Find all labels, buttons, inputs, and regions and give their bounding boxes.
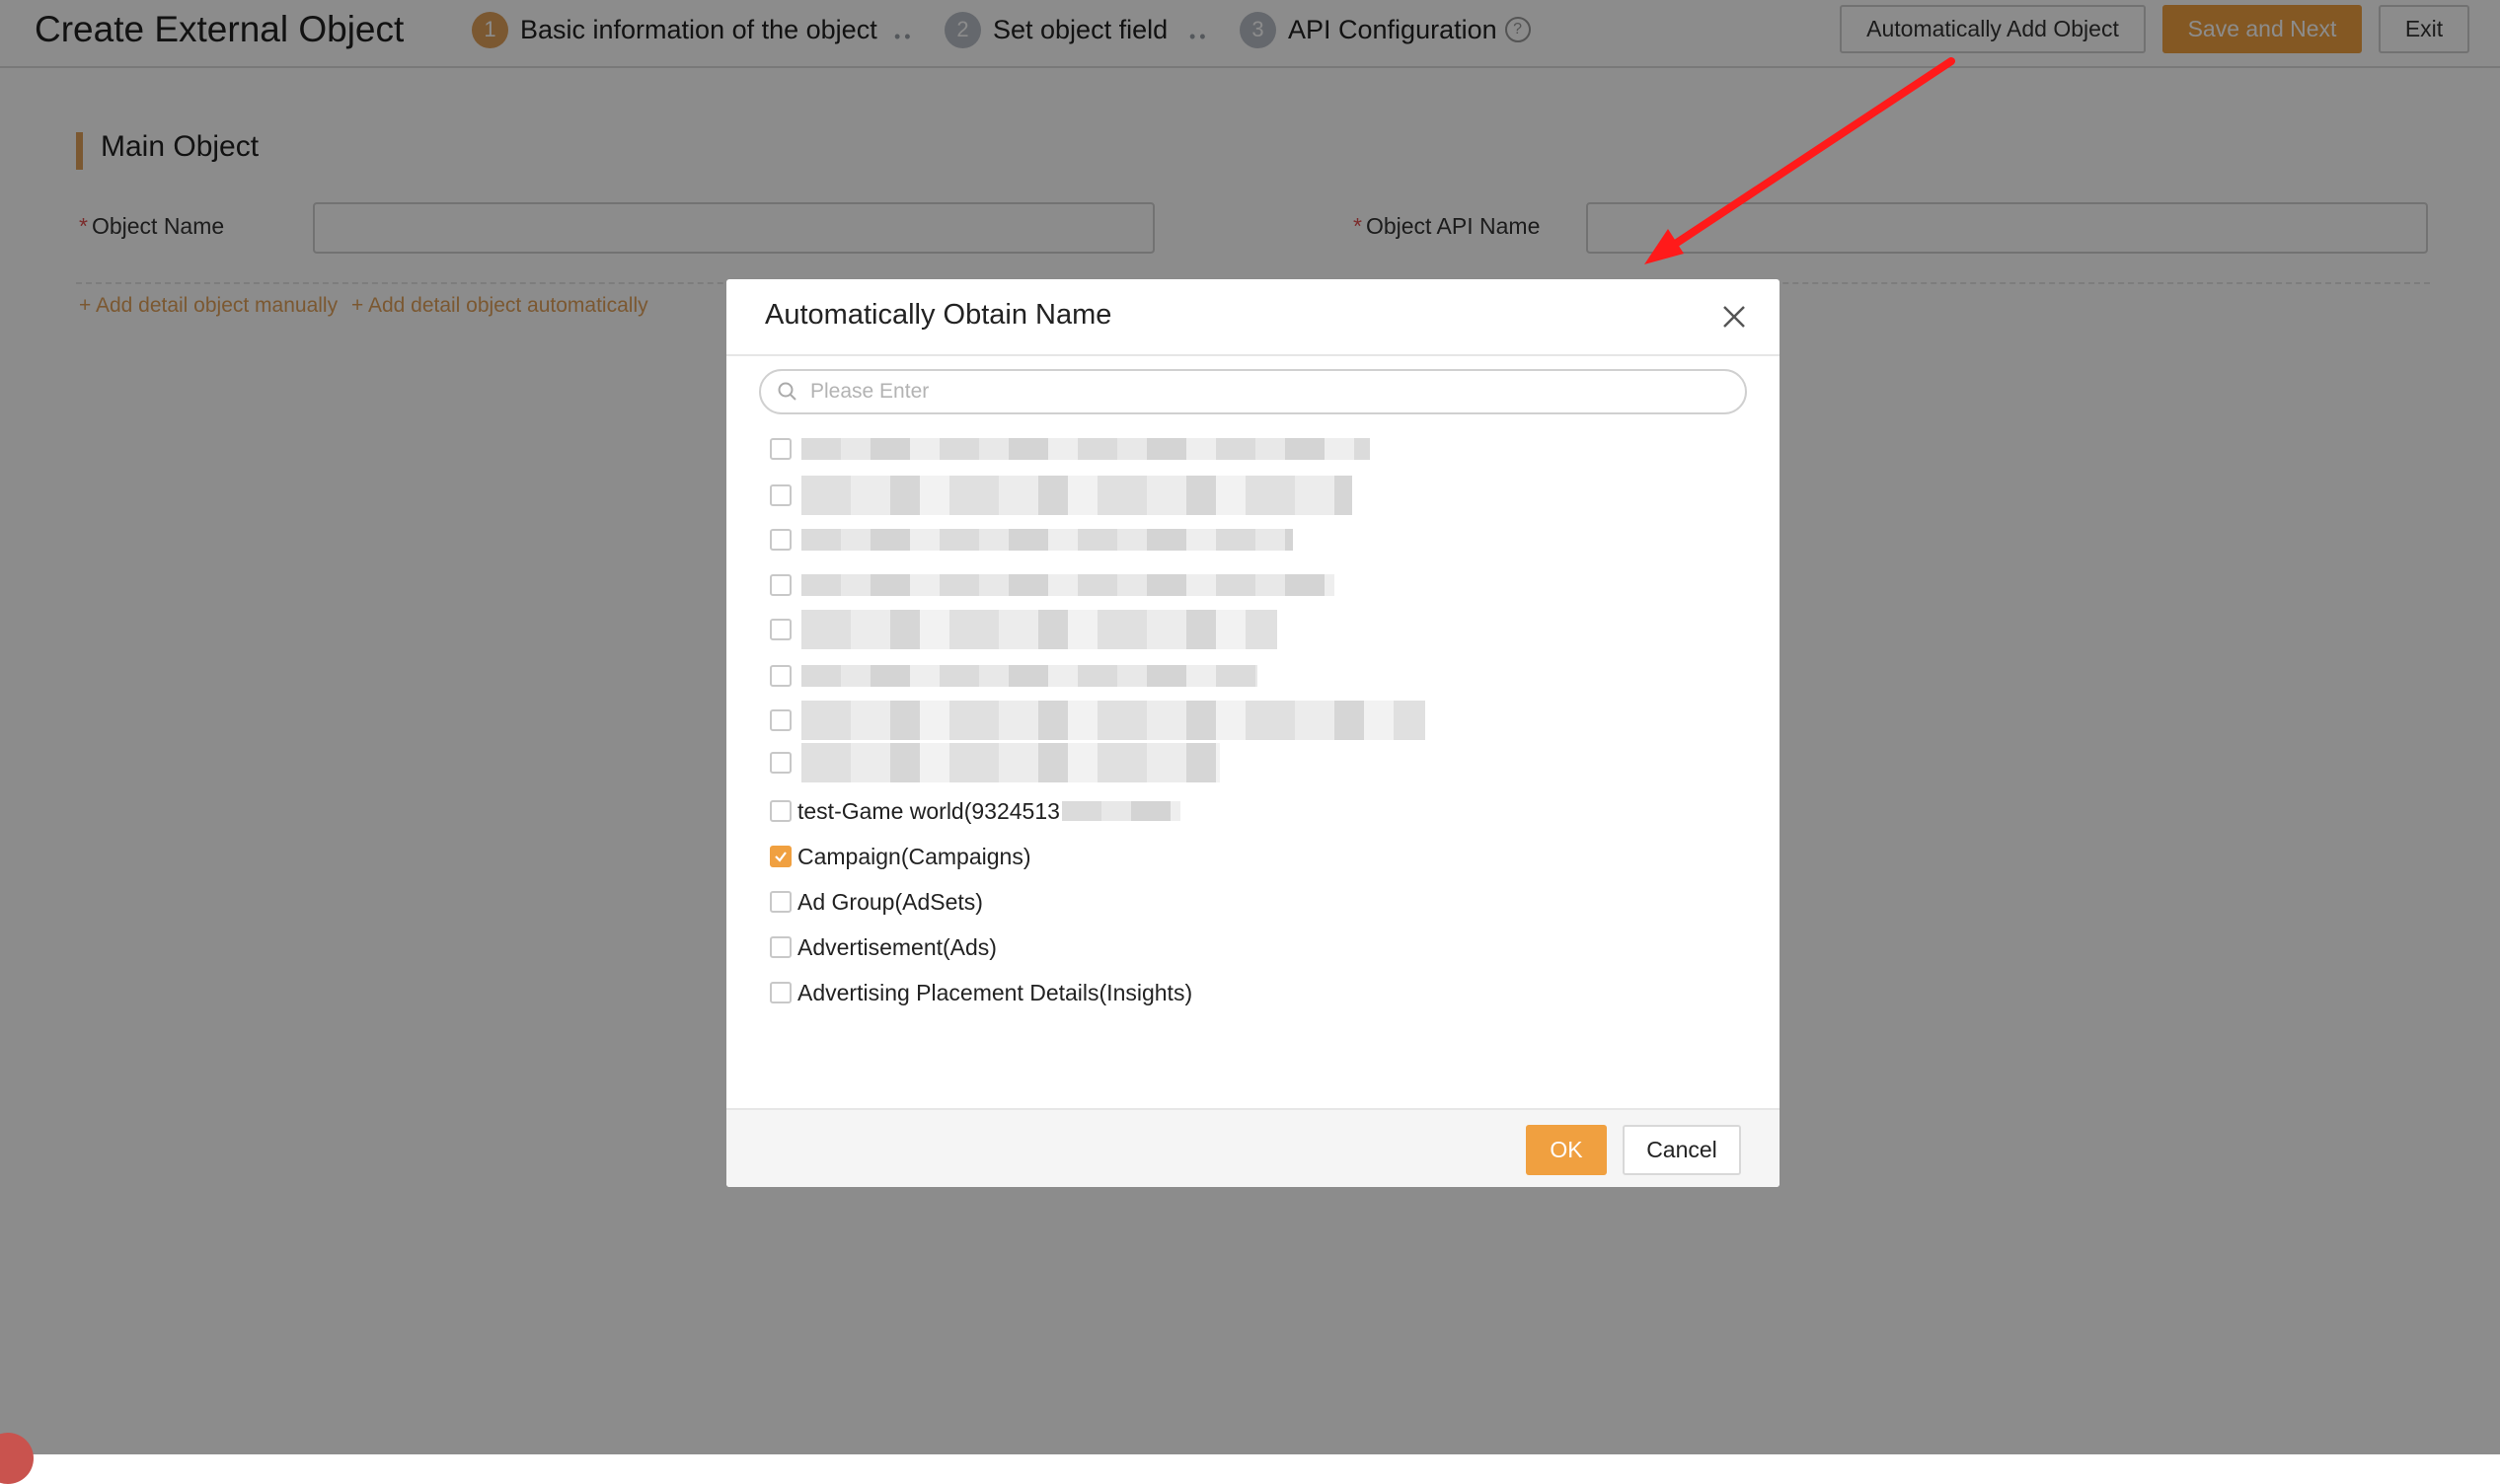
redacted-label (801, 529, 1293, 551)
option-redacted[interactable] (770, 700, 1425, 741)
option-checkbox[interactable] (770, 574, 792, 596)
dialog-header: Automatically Obtain Name (726, 279, 1780, 356)
search-box (759, 369, 1747, 414)
option-label: Ad Group(AdSets) (797, 888, 983, 915)
option-advertising-placement-details[interactable]: Advertising Placement Details(Insights) (770, 975, 1192, 1010)
option-redacted[interactable] (770, 609, 1277, 650)
option-checkbox[interactable] (770, 529, 792, 551)
dialog-title: Automatically Obtain Name (765, 299, 1112, 331)
option-checkbox[interactable] (770, 752, 792, 774)
option-advertisement[interactable]: Advertisement(Ads) (770, 929, 997, 965)
option-checkbox[interactable] (770, 709, 792, 731)
redacted-label (801, 438, 1370, 460)
checkmark-icon (775, 852, 787, 862)
option-label: Campaign(Campaigns) (797, 843, 1031, 869)
option-label: test-Game world(9324513 (797, 797, 1060, 824)
redacted-label (1061, 801, 1180, 821)
search-input[interactable] (808, 379, 1701, 405)
close-icon[interactable] (1720, 303, 1748, 331)
redacted-label (801, 743, 1220, 782)
option-label: Advertisement(Ads) (797, 933, 997, 960)
option-checkbox[interactable] (770, 982, 792, 1003)
redacted-label (801, 610, 1277, 649)
search-icon (778, 382, 796, 401)
option-label: Advertising Placement Details(Insights) (797, 979, 1193, 1005)
option-checkbox[interactable] (770, 438, 792, 460)
redacted-label (801, 574, 1334, 596)
option-ad-group[interactable]: Ad Group(AdSets) (770, 884, 983, 920)
option-checkbox[interactable] (770, 891, 792, 913)
cancel-button[interactable]: Cancel (1623, 1125, 1741, 1175)
option-checkbox-checked[interactable] (770, 846, 792, 867)
option-redacted[interactable] (770, 431, 1370, 467)
option-redacted[interactable] (770, 522, 1293, 557)
redacted-label (801, 665, 1257, 687)
option-checkbox[interactable] (770, 936, 792, 958)
option-redacted[interactable] (770, 567, 1334, 603)
dialog-footer: OK Cancel (726, 1108, 1780, 1187)
option-checkbox[interactable] (770, 800, 792, 822)
option-redacted[interactable] (770, 658, 1257, 694)
option-redacted[interactable] (770, 743, 1220, 782)
option-campaign[interactable]: Campaign(Campaigns) (770, 839, 1031, 874)
option-redacted[interactable] (770, 476, 1352, 515)
option-checkbox[interactable] (770, 619, 792, 640)
redacted-label (801, 476, 1352, 515)
redacted-label (801, 701, 1425, 740)
automatically-obtain-name-dialog: Automatically Obtain Name Please Enter t… (726, 279, 1780, 1187)
option-checkbox[interactable] (770, 665, 792, 687)
ok-button[interactable]: OK (1526, 1125, 1607, 1175)
option-checkbox[interactable] (770, 484, 792, 506)
option-test-game-world[interactable]: test-Game world(9324513 (770, 793, 1180, 829)
